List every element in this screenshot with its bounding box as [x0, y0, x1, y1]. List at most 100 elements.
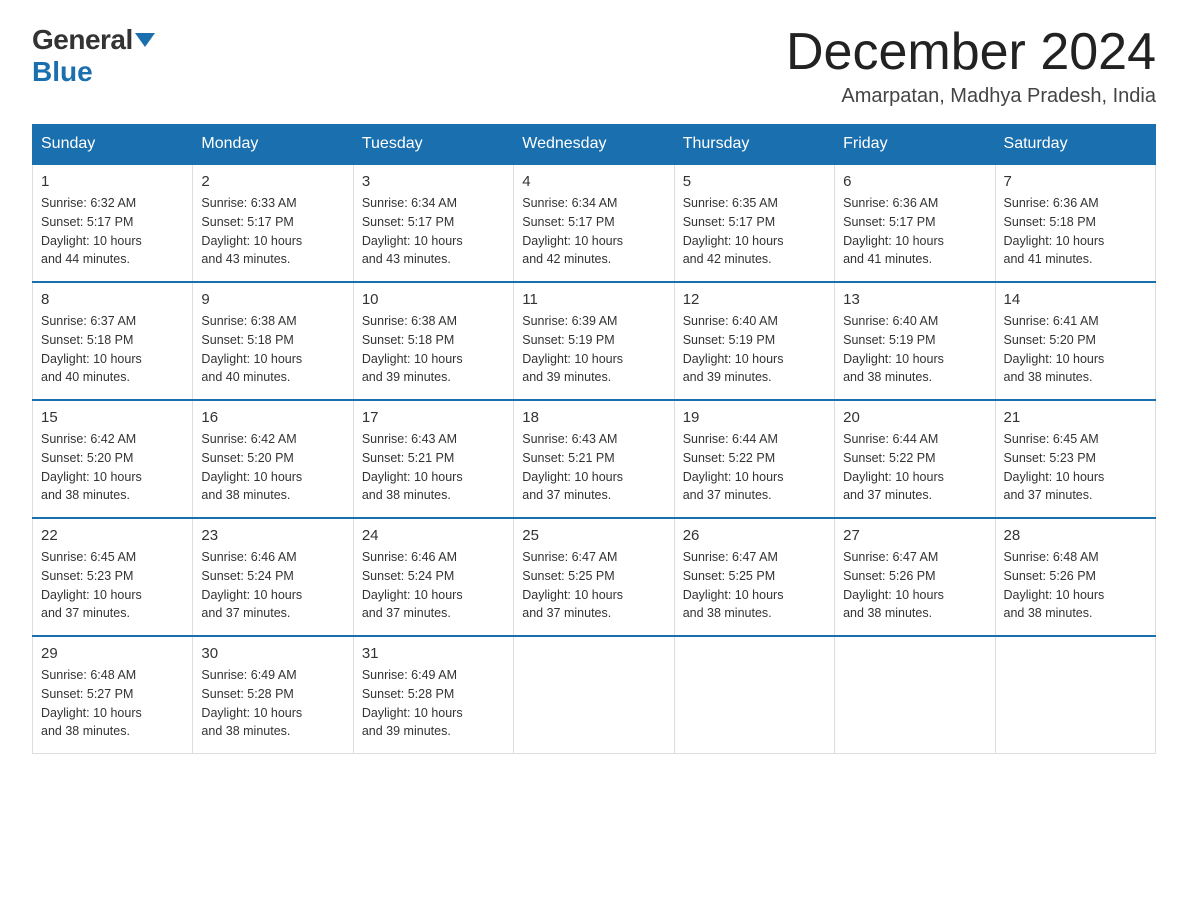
- day-number: 19: [683, 409, 826, 426]
- day-info: Sunrise: 6:40 AMSunset: 5:19 PMDaylight:…: [683, 312, 826, 387]
- logo-general-text: General: [32, 24, 155, 55]
- day-info: Sunrise: 6:47 AMSunset: 5:25 PMDaylight:…: [522, 548, 665, 623]
- header-wednesday: Wednesday: [514, 125, 674, 165]
- header-thursday: Thursday: [674, 125, 834, 165]
- day-number: 13: [843, 291, 986, 308]
- calendar-cell: 2 Sunrise: 6:33 AMSunset: 5:17 PMDayligh…: [193, 164, 353, 282]
- day-info: Sunrise: 6:38 AMSunset: 5:18 PMDaylight:…: [201, 312, 344, 387]
- calendar-cell: 7 Sunrise: 6:36 AMSunset: 5:18 PMDayligh…: [995, 164, 1155, 282]
- day-number: 16: [201, 409, 344, 426]
- day-info: Sunrise: 6:34 AMSunset: 5:17 PMDaylight:…: [362, 194, 505, 269]
- day-info: Sunrise: 6:33 AMSunset: 5:17 PMDaylight:…: [201, 194, 344, 269]
- day-info: Sunrise: 6:37 AMSunset: 5:18 PMDaylight:…: [41, 312, 184, 387]
- day-number: 26: [683, 527, 826, 544]
- calendar-cell: 5 Sunrise: 6:35 AMSunset: 5:17 PMDayligh…: [674, 164, 834, 282]
- day-number: 25: [522, 527, 665, 544]
- day-number: 14: [1004, 291, 1147, 308]
- calendar-cell: 1 Sunrise: 6:32 AMSunset: 5:17 PMDayligh…: [33, 164, 193, 282]
- header-saturday: Saturday: [995, 125, 1155, 165]
- day-info: Sunrise: 6:45 AMSunset: 5:23 PMDaylight:…: [41, 548, 184, 623]
- subtitle: Amarpatan, Madhya Pradesh, India: [786, 85, 1156, 108]
- calendar-cell: 22 Sunrise: 6:45 AMSunset: 5:23 PMDaylig…: [33, 518, 193, 636]
- calendar-cell: 8 Sunrise: 6:37 AMSunset: 5:18 PMDayligh…: [33, 282, 193, 400]
- day-info: Sunrise: 6:40 AMSunset: 5:19 PMDaylight:…: [843, 312, 986, 387]
- calendar-cell: 16 Sunrise: 6:42 AMSunset: 5:20 PMDaylig…: [193, 400, 353, 518]
- day-info: Sunrise: 6:48 AMSunset: 5:27 PMDaylight:…: [41, 666, 184, 741]
- calendar-cell: 28 Sunrise: 6:48 AMSunset: 5:26 PMDaylig…: [995, 518, 1155, 636]
- day-number: 9: [201, 291, 344, 308]
- day-info: Sunrise: 6:36 AMSunset: 5:17 PMDaylight:…: [843, 194, 986, 269]
- calendar-cell: 17 Sunrise: 6:43 AMSunset: 5:21 PMDaylig…: [353, 400, 513, 518]
- header-monday: Monday: [193, 125, 353, 165]
- day-number: 2: [201, 173, 344, 190]
- day-number: 6: [843, 173, 986, 190]
- calendar-table: SundayMondayTuesdayWednesdayThursdayFrid…: [32, 124, 1156, 754]
- day-info: Sunrise: 6:47 AMSunset: 5:26 PMDaylight:…: [843, 548, 986, 623]
- calendar-cell: 14 Sunrise: 6:41 AMSunset: 5:20 PMDaylig…: [995, 282, 1155, 400]
- day-info: Sunrise: 6:39 AMSunset: 5:19 PMDaylight:…: [522, 312, 665, 387]
- calendar-cell: 29 Sunrise: 6:48 AMSunset: 5:27 PMDaylig…: [33, 636, 193, 754]
- calendar-body: 1 Sunrise: 6:32 AMSunset: 5:17 PMDayligh…: [33, 164, 1156, 754]
- week-row-5: 29 Sunrise: 6:48 AMSunset: 5:27 PMDaylig…: [33, 636, 1156, 754]
- calendar-cell: 30 Sunrise: 6:49 AMSunset: 5:28 PMDaylig…: [193, 636, 353, 754]
- day-number: 30: [201, 645, 344, 662]
- calendar-cell: 31 Sunrise: 6:49 AMSunset: 5:28 PMDaylig…: [353, 636, 513, 754]
- calendar-cell: 24 Sunrise: 6:46 AMSunset: 5:24 PMDaylig…: [353, 518, 513, 636]
- day-info: Sunrise: 6:47 AMSunset: 5:25 PMDaylight:…: [683, 548, 826, 623]
- day-info: Sunrise: 6:42 AMSunset: 5:20 PMDaylight:…: [201, 430, 344, 505]
- calendar-cell: 21 Sunrise: 6:45 AMSunset: 5:23 PMDaylig…: [995, 400, 1155, 518]
- calendar-cell: 23 Sunrise: 6:46 AMSunset: 5:24 PMDaylig…: [193, 518, 353, 636]
- day-number: 29: [41, 645, 184, 662]
- calendar-cell: 6 Sunrise: 6:36 AMSunset: 5:17 PMDayligh…: [835, 164, 995, 282]
- calendar-cell: [995, 636, 1155, 754]
- day-number: 20: [843, 409, 986, 426]
- day-number: 28: [1004, 527, 1147, 544]
- day-info: Sunrise: 6:46 AMSunset: 5:24 PMDaylight:…: [201, 548, 344, 623]
- day-number: 21: [1004, 409, 1147, 426]
- day-info: Sunrise: 6:36 AMSunset: 5:18 PMDaylight:…: [1004, 194, 1147, 269]
- day-info: Sunrise: 6:46 AMSunset: 5:24 PMDaylight:…: [362, 548, 505, 623]
- logo: General Blue: [32, 24, 155, 88]
- week-row-4: 22 Sunrise: 6:45 AMSunset: 5:23 PMDaylig…: [33, 518, 1156, 636]
- day-info: Sunrise: 6:43 AMSunset: 5:21 PMDaylight:…: [522, 430, 665, 505]
- day-info: Sunrise: 6:45 AMSunset: 5:23 PMDaylight:…: [1004, 430, 1147, 505]
- header-row: SundayMondayTuesdayWednesdayThursdayFrid…: [33, 125, 1156, 165]
- header-sunday: Sunday: [33, 125, 193, 165]
- day-number: 24: [362, 527, 505, 544]
- logo-arrow-icon: [135, 33, 155, 47]
- calendar-cell: [674, 636, 834, 754]
- day-number: 8: [41, 291, 184, 308]
- page-header: General Blue December 2024 Amarpatan, Ma…: [32, 24, 1156, 108]
- header-friday: Friday: [835, 125, 995, 165]
- calendar-cell: 25 Sunrise: 6:47 AMSunset: 5:25 PMDaylig…: [514, 518, 674, 636]
- calendar-cell: 4 Sunrise: 6:34 AMSunset: 5:17 PMDayligh…: [514, 164, 674, 282]
- calendar-cell: 13 Sunrise: 6:40 AMSunset: 5:19 PMDaylig…: [835, 282, 995, 400]
- day-number: 10: [362, 291, 505, 308]
- day-number: 3: [362, 173, 505, 190]
- calendar-cell: 9 Sunrise: 6:38 AMSunset: 5:18 PMDayligh…: [193, 282, 353, 400]
- day-info: Sunrise: 6:42 AMSunset: 5:20 PMDaylight:…: [41, 430, 184, 505]
- day-info: Sunrise: 6:34 AMSunset: 5:17 PMDaylight:…: [522, 194, 665, 269]
- calendar-cell: [835, 636, 995, 754]
- calendar-cell: 3 Sunrise: 6:34 AMSunset: 5:17 PMDayligh…: [353, 164, 513, 282]
- calendar-cell: 11 Sunrise: 6:39 AMSunset: 5:19 PMDaylig…: [514, 282, 674, 400]
- day-number: 1: [41, 173, 184, 190]
- day-info: Sunrise: 6:49 AMSunset: 5:28 PMDaylight:…: [362, 666, 505, 741]
- day-info: Sunrise: 6:32 AMSunset: 5:17 PMDaylight:…: [41, 194, 184, 269]
- day-number: 4: [522, 173, 665, 190]
- day-number: 15: [41, 409, 184, 426]
- day-number: 5: [683, 173, 826, 190]
- day-number: 27: [843, 527, 986, 544]
- day-info: Sunrise: 6:41 AMSunset: 5:20 PMDaylight:…: [1004, 312, 1147, 387]
- week-row-1: 1 Sunrise: 6:32 AMSunset: 5:17 PMDayligh…: [33, 164, 1156, 282]
- day-number: 17: [362, 409, 505, 426]
- day-number: 22: [41, 527, 184, 544]
- calendar-cell: 10 Sunrise: 6:38 AMSunset: 5:18 PMDaylig…: [353, 282, 513, 400]
- week-row-2: 8 Sunrise: 6:37 AMSunset: 5:18 PMDayligh…: [33, 282, 1156, 400]
- week-row-3: 15 Sunrise: 6:42 AMSunset: 5:20 PMDaylig…: [33, 400, 1156, 518]
- day-info: Sunrise: 6:44 AMSunset: 5:22 PMDaylight:…: [843, 430, 986, 505]
- day-info: Sunrise: 6:49 AMSunset: 5:28 PMDaylight:…: [201, 666, 344, 741]
- day-info: Sunrise: 6:43 AMSunset: 5:21 PMDaylight:…: [362, 430, 505, 505]
- calendar-cell: [514, 636, 674, 754]
- day-number: 23: [201, 527, 344, 544]
